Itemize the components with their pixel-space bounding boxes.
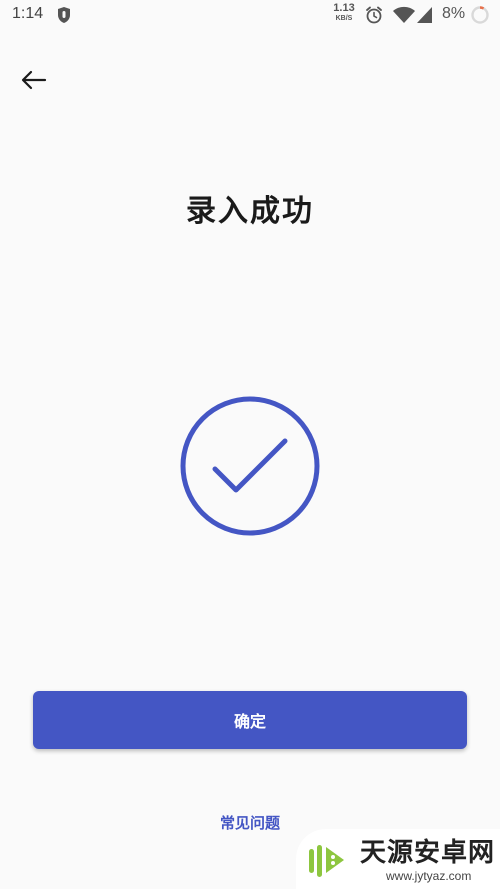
battery-percent: 8% [442, 5, 466, 22]
cellular-signal-icon [417, 7, 432, 23]
watermark-url: www.jytyaz.com [386, 869, 472, 883]
confirm-button-label: 确定 [233, 712, 266, 731]
network-speed-value: 1.13 [333, 2, 355, 14]
page-title: 录入成功 [186, 194, 314, 229]
network-speed-unit: KB/S [335, 15, 353, 22]
watermark: 天源安卓网 www.jytyaz.com [296, 829, 500, 889]
android-logo-icon [301, 834, 353, 886]
battery-icon [471, 6, 489, 24]
alarm-icon [366, 6, 382, 24]
wifi-icon [393, 6, 415, 23]
status-bar: 1:14 1.13 KB/S 8% [0, 0, 500, 30]
notification-shield-icon [58, 7, 70, 23]
check-circle-icon [180, 396, 320, 536]
watermark-site-name: 天源安卓网 [360, 838, 496, 868]
status-time: 1:14 [12, 5, 44, 22]
back-button[interactable] [14, 60, 54, 100]
confirm-button[interactable]: 确定 [33, 691, 467, 749]
network-speed: 1.13 KB/S [330, 2, 358, 23]
arrow-left-icon [21, 70, 47, 90]
